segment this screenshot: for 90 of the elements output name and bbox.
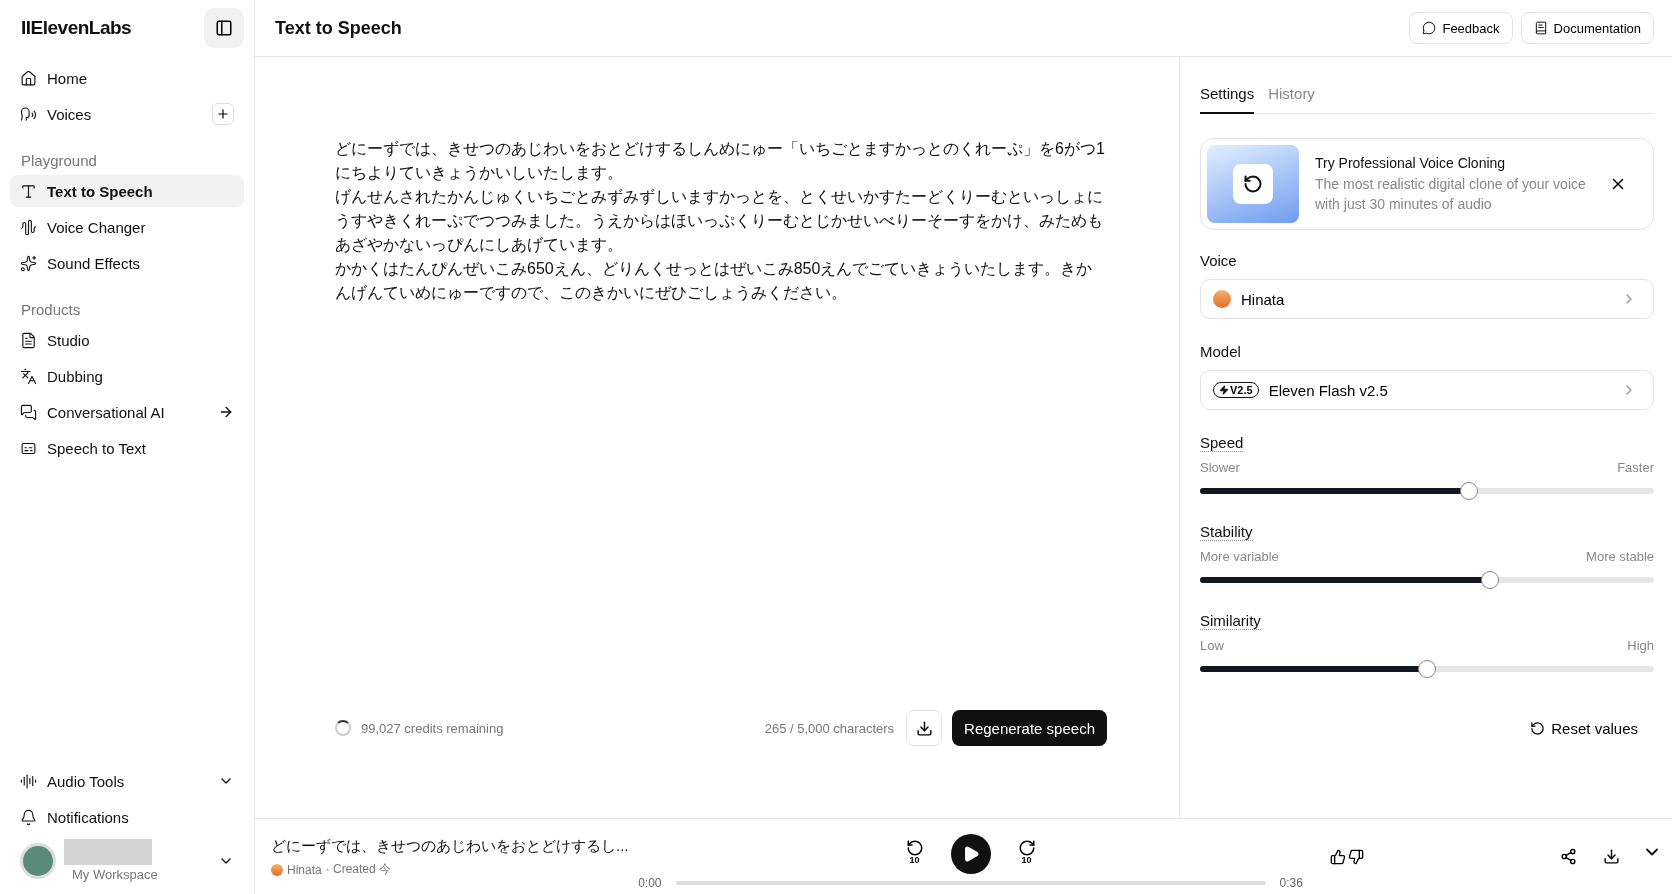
slider-track[interactable] — [1200, 570, 1654, 590]
skip-forward-button[interactable]: 10 — [1014, 838, 1039, 869]
section-title: Playground — [20, 152, 98, 169]
track-title: どにーずでは、きせつのあじわいをおとどけするし... — [271, 836, 630, 856]
slider-max-label: High — [1627, 638, 1654, 653]
header-button[interactable]: Documentation — [1520, 12, 1654, 44]
promo-title: Try Professional Voice Cloning — [1315, 154, 1507, 171]
slider-track[interactable] — [1200, 659, 1654, 679]
regenerate-button[interactable]: Regenerate speech — [952, 710, 1107, 746]
slider-label: Stability — [1200, 523, 1253, 541]
sidebar-item[interactable]: Text to Speech — [10, 175, 244, 207]
share-icon — [1560, 848, 1577, 865]
chat-icon — [20, 403, 37, 421]
slider-max-label: Faster — [1617, 460, 1654, 475]
sidebar-item[interactable]: Notifications — [10, 801, 244, 833]
sidebar-toggle-button[interactable] — [204, 8, 244, 48]
add-button[interactable] — [212, 103, 234, 125]
sidebar-item[interactable]: Dubbing — [10, 360, 244, 392]
progress-track[interactable] — [675, 880, 1266, 885]
sidebar-item[interactable]: Speech to Text — [10, 432, 244, 464]
slider-label: Speed — [1200, 434, 1244, 452]
header-button[interactable]: Feedback — [1409, 12, 1513, 44]
bell-icon — [20, 808, 37, 826]
voice-select[interactable]: Hinata — [1200, 279, 1654, 319]
sparkles-icon — [20, 254, 37, 272]
slider-thumb[interactable] — [1418, 660, 1436, 678]
tab[interactable]: Settings — [1200, 77, 1255, 114]
promo-description: The most realistic digital clone of your voice with just 30 minutes of audio — [1315, 174, 1587, 214]
voice-avatar — [1213, 290, 1231, 308]
document-icon — [20, 331, 37, 349]
workspace-name: My Workspace — [72, 867, 159, 882]
panel-icon — [215, 19, 233, 37]
skip-back-button[interactable]: 10 — [902, 838, 927, 869]
rewind-icon — [905, 838, 924, 857]
chevron-down-icon — [1646, 848, 1658, 856]
voice-name: Hinata — [287, 862, 322, 877]
audio-lines-icon — [20, 772, 37, 790]
book-icon — [1533, 21, 1548, 35]
share-button[interactable] — [1560, 848, 1577, 865]
speech-icon — [20, 105, 37, 123]
slider-min-label: More variable — [1200, 549, 1279, 564]
logo: IIElevenLabs — [21, 17, 132, 39]
spinner-icon — [335, 720, 351, 736]
plus-icon — [216, 107, 230, 121]
play-button[interactable] — [950, 833, 991, 874]
field-label: Model — [1200, 343, 1242, 360]
translate-icon — [20, 367, 37, 385]
download-button[interactable] — [906, 710, 943, 746]
total-time: 0:36 — [1279, 875, 1303, 890]
thumbs-down-button[interactable] — [1348, 848, 1364, 865]
slider-min-label: Slower — [1200, 460, 1240, 475]
created-label: · Created 今 — [325, 861, 392, 878]
voice-avatar — [271, 863, 283, 876]
lightning-icon — [1219, 385, 1229, 395]
slider-label: Similarity — [1200, 612, 1261, 630]
download-icon — [1603, 848, 1620, 865]
home-icon — [20, 69, 37, 87]
sidebar-item[interactable]: Voices — [10, 98, 244, 130]
field-label: Voice — [1200, 252, 1238, 269]
download-icon — [915, 719, 933, 737]
forward-icon — [1017, 838, 1036, 857]
text-icon — [20, 182, 37, 200]
slider-min-label: Low — [1200, 638, 1224, 653]
elapsed-time: 0:00 — [638, 875, 662, 890]
page-title: Text to Speech — [275, 17, 403, 39]
sidebar-item[interactable]: Voice Changer — [10, 211, 244, 243]
slider-track[interactable] — [1200, 481, 1654, 501]
tab[interactable]: History — [1268, 77, 1315, 114]
credits-remaining: 99,027 credits remaining — [361, 720, 504, 736]
text-editor[interactable]: どにーずでは、きせつのあじわいをおとどけするしんめにゅー「いちごとますかっとのくれーぷ」を6がつ1にちよりていきょうかいしいたします。 げんせんされたかんじゅくいちごとみずみずしいますかっとを、とくせいかすたーどくりーむといっしょにうすやきくれーぷでつつみました。うえからはほいっぷくりーむとじかせいべりーそーすをかけ、みためもあざやかないっぴんにしあげています。 かかくはたんぴんぜいこみ650えん、どりんくせっとはぜいこみ850えんでごていきょういたします。きかんげんていめにゅーですので、このきかいにぜひごしょうみください。 — [335, 137, 1107, 710]
character-count: 265 / 5,000 characters — [764, 720, 895, 736]
thumbs-up-icon — [1330, 848, 1346, 865]
reset-icon — [1530, 721, 1546, 736]
sidebar-item[interactable]: Conversational AI — [10, 396, 244, 428]
avatar[interactable] — [20, 842, 56, 879]
sidebar-item[interactable]: Home — [10, 62, 244, 94]
sidebar-item[interactable]: Audio Tools — [10, 765, 244, 797]
sidebar-item[interactable]: Studio — [10, 324, 244, 356]
reset-button[interactable]: Reset values — [1524, 719, 1644, 738]
waveform-icon — [20, 218, 37, 236]
slider-thumb[interactable] — [1459, 482, 1478, 500]
thumbs-up-button[interactable] — [1330, 848, 1346, 865]
model-select[interactable]: V2.5 Eleven Flash v2.5 — [1200, 370, 1654, 410]
chat-bubble-icon — [1422, 21, 1437, 35]
slider-thumb[interactable] — [1480, 571, 1499, 589]
sidebar-item[interactable]: Sound Effects — [10, 247, 244, 279]
section-title: Products — [20, 301, 82, 318]
download-button[interactable] — [1603, 848, 1620, 865]
thumbs-down-icon — [1348, 848, 1364, 865]
slider-max-label: More stable — [1586, 549, 1654, 564]
